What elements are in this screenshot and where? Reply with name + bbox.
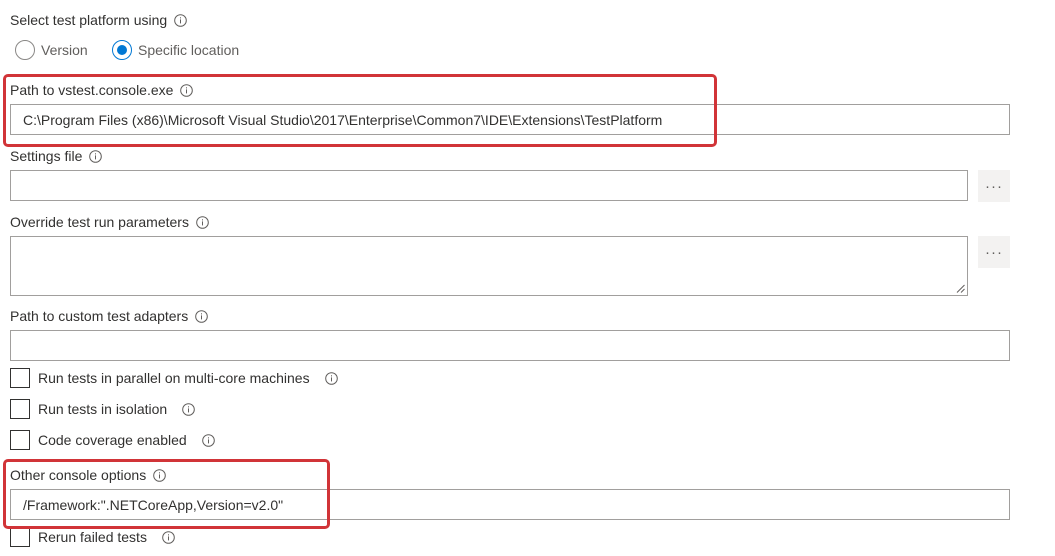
rerun-checkbox-label[interactable]: Rerun failed tests xyxy=(38,529,147,545)
info-icon[interactable] xyxy=(324,371,338,385)
isolation-checkbox-label[interactable]: Run tests in isolation xyxy=(38,401,167,417)
info-icon[interactable] xyxy=(162,530,175,544)
rerun-checkbox[interactable] xyxy=(10,527,30,547)
console-options-label-row: Other console options xyxy=(10,465,167,485)
radio-version-label: Version xyxy=(41,42,88,58)
radio-specific-location-label: Specific location xyxy=(138,42,240,58)
code-coverage-checkbox[interactable] xyxy=(10,430,30,450)
override-params-edit-button[interactable]: ··· xyxy=(978,236,1010,268)
info-icon[interactable] xyxy=(201,433,215,447)
parallel-checkbox-label[interactable]: Run tests in parallel on multi-core mach… xyxy=(38,370,310,386)
parallel-checkbox[interactable] xyxy=(10,368,30,388)
settings-file-label-row: Settings file xyxy=(10,146,103,166)
platform-label-row: Select test platform using xyxy=(10,10,187,30)
info-icon[interactable] xyxy=(89,149,103,163)
isolation-checkbox-row: Run tests in isolation xyxy=(38,399,195,419)
info-icon[interactable] xyxy=(182,402,195,416)
vstest-path-input[interactable]: C:\Program Files (x86)\Microsoft Visual … xyxy=(10,104,1010,135)
radio-specific-location[interactable] xyxy=(112,40,132,60)
code-coverage-checkbox-row: Code coverage enabled xyxy=(38,430,215,450)
override-params-label: Override test run parameters xyxy=(10,214,189,230)
info-icon[interactable] xyxy=(174,13,187,27)
custom-adapters-input[interactable] xyxy=(10,330,1010,361)
info-icon[interactable] xyxy=(195,309,209,323)
platform-label: Select test platform using xyxy=(10,12,168,28)
override-params-label-row: Override test run parameters xyxy=(10,212,209,232)
parallel-checkbox-row: Run tests in parallel on multi-core mach… xyxy=(38,368,338,388)
radio-version[interactable] xyxy=(15,40,35,60)
custom-adapters-label: Path to custom test adapters xyxy=(10,308,189,324)
info-icon[interactable] xyxy=(153,468,167,482)
console-options-label: Other console options xyxy=(10,467,147,483)
info-icon[interactable] xyxy=(180,83,194,97)
vstest-path-label-row: Path to vstest.console.exe xyxy=(10,80,194,100)
settings-file-input[interactable] xyxy=(10,170,968,201)
code-coverage-checkbox-label[interactable]: Code coverage enabled xyxy=(38,432,187,448)
custom-adapters-label-row: Path to custom test adapters xyxy=(10,306,209,326)
isolation-checkbox[interactable] xyxy=(10,399,30,419)
resize-grip-icon[interactable] xyxy=(956,284,965,293)
override-params-textarea[interactable] xyxy=(10,236,968,296)
console-options-input[interactable]: /Framework:".NETCoreApp,Version=v2.0" xyxy=(10,489,1010,520)
rerun-checkbox-row: Rerun failed tests xyxy=(38,527,175,547)
vstest-path-label: Path to vstest.console.exe xyxy=(10,82,174,98)
info-icon[interactable] xyxy=(196,215,209,229)
settings-file-browse-button[interactable]: ··· xyxy=(978,170,1010,202)
settings-file-label: Settings file xyxy=(10,148,83,164)
